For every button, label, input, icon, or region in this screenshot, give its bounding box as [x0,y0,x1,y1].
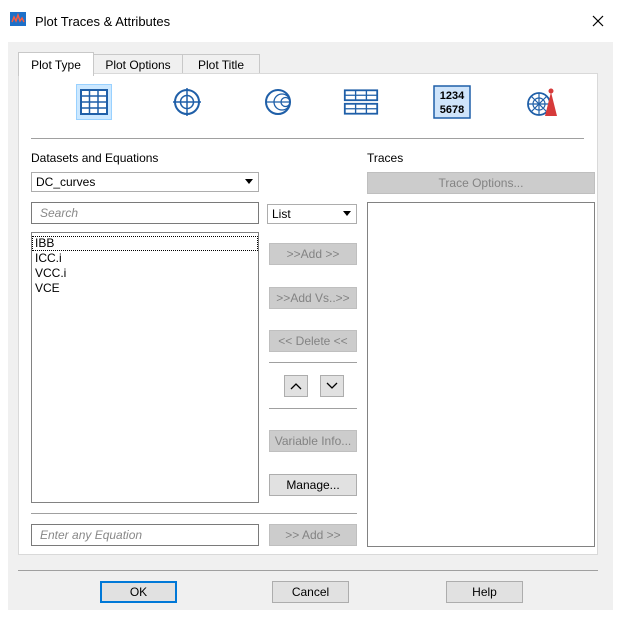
search-placeholder: Search [40,206,79,220]
tab-label: Plot Options [105,58,171,72]
divider [18,570,598,571]
plot-type-antenna-button[interactable] [524,84,560,120]
rectangular-grid-icon [80,89,108,115]
plot-type-polar-button[interactable] [169,84,205,120]
close-button[interactable] [575,0,621,42]
variable-info-button[interactable]: Variable Info... [269,430,357,452]
add-button[interactable]: >>Add >> [269,243,357,265]
dialog-body: Plot Type Plot Options Plot Title 1234 5… [8,42,613,610]
list-item[interactable]: VCE [32,281,258,296]
dataset-dropdown[interactable]: DC_curves [31,172,259,192]
manage-button[interactable]: Manage... [269,474,357,496]
antenna-plot-icon [527,88,557,116]
tab-plot-type[interactable]: Plot Type [18,52,94,76]
divider [269,362,357,363]
datasets-label: Datasets and Equations [31,151,159,165]
dataset-selected-value: DC_curves [36,175,96,189]
ok-button[interactable]: OK [100,581,177,603]
view-mode-value: List [272,207,291,221]
chevron-down-icon [245,179,253,184]
equation-placeholder: Enter any Equation [40,528,143,542]
title-bar: Plot Traces & Attributes [0,0,621,42]
tab-plot-title[interactable]: Plot Title [182,54,260,75]
cancel-button[interactable]: Cancel [272,581,349,603]
plot-type-smith-button[interactable] [260,84,296,120]
list-item[interactable]: ICC.i [32,251,258,266]
dataset-variable-list[interactable]: IBB ICC.i VCC.i VCE [31,232,259,503]
smith-chart-icon [265,89,291,115]
help-button[interactable]: Help [446,581,523,603]
move-up-button[interactable] [284,375,308,397]
stacked-grid-icon [343,89,379,115]
add-vs-button[interactable]: >>Add Vs..>> [269,287,357,309]
window-title: Plot Traces & Attributes [35,14,171,29]
add-equation-button[interactable]: >> Add >> [269,524,357,546]
tab-plot-options[interactable]: Plot Options [93,54,183,75]
tabular-icon-text-top: 1234 [440,90,465,102]
tab-label: Plot Title [197,58,245,72]
plot-type-stacked-button[interactable] [343,84,379,120]
divider [269,408,357,409]
list-item[interactable]: VCC.i [32,266,258,281]
chevron-up-icon [290,383,302,390]
trace-options-button[interactable]: Trace Options... [367,172,595,194]
close-icon [592,15,604,27]
traces-label: Traces [367,151,404,165]
chevron-down-icon [343,211,351,216]
traces-list[interactable] [367,202,595,547]
tabular-data-icon: 1234 5678 [433,85,471,119]
move-down-button[interactable] [320,375,344,397]
view-mode-dropdown[interactable]: List [267,204,357,224]
plot-type-tabular-button[interactable]: 1234 5678 [432,84,472,120]
plot-type-rectangular-button[interactable] [76,84,112,120]
tab-label: Plot Type [31,57,81,72]
plot-type-panel: 1234 5678 Datasets and Equations DC_curv… [18,73,598,555]
app-icon [10,12,26,26]
polar-plot-icon [173,88,201,116]
chevron-down-icon [326,382,338,389]
divider [31,513,357,514]
tabular-icon-text-bottom: 5678 [440,104,464,116]
delete-button[interactable]: << Delete << [269,330,357,352]
divider [31,138,584,139]
list-item[interactable]: IBB [32,236,258,251]
equation-input[interactable]: Enter any Equation [31,524,259,546]
search-input[interactable]: Search [31,202,259,224]
